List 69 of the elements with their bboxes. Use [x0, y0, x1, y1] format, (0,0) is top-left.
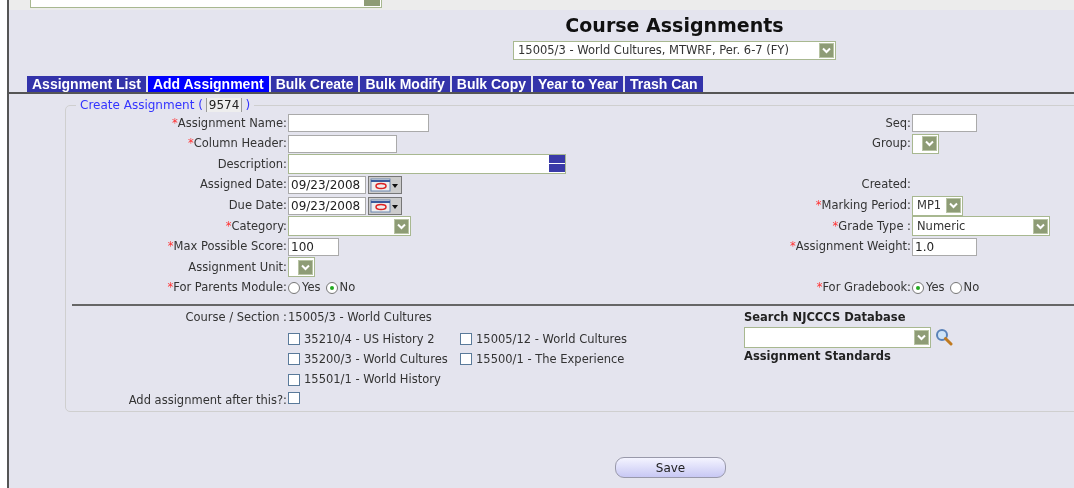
field-label: *Marking Period:: [814, 197, 912, 215]
tab[interactable]: Year to Year: [533, 76, 623, 92]
field-label: *Column Header:: [187, 135, 288, 153]
legend-text: ): [245, 98, 251, 112]
field-label: Assignment Unit:: [187, 258, 288, 276]
field-label: Due Date:: [227, 197, 288, 215]
field-label: Course / Section :: [184, 309, 288, 327]
caret-icon: [1033, 218, 1048, 234]
checkbox[interactable]: [288, 392, 300, 405]
id-field[interactable]: 9574: [205, 98, 243, 112]
checkbox-item[interactable]: 35210/4 - US History 2: [288, 330, 460, 348]
radio-option[interactable]: Yes: [912, 279, 945, 297]
page-title: Course Assignments: [565, 13, 784, 37]
text-field[interactable]: 1.0: [912, 237, 977, 256]
radio-option[interactable]: No: [325, 279, 356, 297]
course-section-text: 15005/3 - World Cultures: [288, 309, 433, 327]
field-label: *Assignment Name:: [171, 114, 288, 132]
tab[interactable]: Bulk Modify: [360, 76, 450, 92]
text-field[interactable]: [288, 114, 429, 133]
text-field[interactable]: [912, 114, 977, 133]
calendar-button[interactable]: [368, 196, 402, 215]
field-label: *Max Possible Score:: [166, 238, 288, 256]
text-area[interactable]: [288, 154, 566, 175]
dropdown-field[interactable]: [912, 133, 939, 154]
checkbox-item[interactable]: 15500/1 - The Experience: [460, 350, 744, 369]
caret-icon: [394, 218, 409, 234]
radio-option[interactable]: No: [949, 279, 980, 297]
checkbox-item[interactable]: 15005/12 - World Cultures: [460, 330, 744, 348]
caret-icon: [922, 136, 937, 152]
checkbox-item[interactable]: 35200/3 - World Cultures: [288, 350, 460, 369]
dropdown-field[interactable]: [288, 216, 411, 237]
field-label: Created:: [860, 176, 912, 194]
dropdown-field[interactable]: [288, 257, 315, 278]
dropdown-field[interactable]: MP1: [912, 195, 963, 216]
tab[interactable]: Add Assignment: [147, 76, 269, 92]
dropdown-field[interactable]: Numeric: [912, 216, 1050, 237]
tab[interactable]: Trash Can: [624, 76, 703, 92]
checkbox-item[interactable]: 15501/1 - World History: [288, 371, 460, 389]
caret-icon: [819, 43, 834, 58]
section-dropdown[interactable]: 15005/3 - World Cultures, MTWRF, Per. 6-7 (FY): [513, 41, 836, 60]
text-field[interactable]: [288, 134, 397, 153]
tab[interactable]: Bulk Copy: [451, 76, 531, 92]
save-button[interactable]: Save: [615, 457, 726, 478]
field-label: Seq:: [884, 114, 912, 132]
text-field[interactable]: 100: [288, 237, 339, 256]
field-label: Assigned Date:: [198, 176, 288, 194]
date-field[interactable]: 09/23/2008: [288, 176, 366, 195]
search-heading: Search NJCCCS Database: [744, 309, 907, 327]
caret-icon: [914, 329, 929, 345]
tab[interactable]: Assignment List: [27, 76, 146, 92]
dropdown-field[interactable]: [744, 326, 931, 348]
field-label: *Grade Type :: [831, 217, 912, 235]
field-label: *For Parents Module:: [166, 279, 288, 297]
search-icon[interactable]: [935, 328, 953, 347]
field-label: Description:: [216, 155, 288, 173]
field-label: Add assignment after this?:: [127, 392, 288, 410]
caret-icon: [946, 198, 961, 214]
field-label: *For Gradebook:: [815, 279, 912, 297]
caret-icon: [298, 259, 313, 275]
calendar-button[interactable]: [368, 176, 402, 195]
field-label: Group:: [871, 135, 912, 153]
tab[interactable]: Bulk Create: [270, 76, 359, 92]
field-label: *Assignment Weight:: [788, 238, 912, 256]
field-label: *Category:: [224, 217, 288, 235]
legend-text: Create Assignment (: [80, 98, 203, 112]
radio-option[interactable]: Yes: [288, 279, 321, 297]
date-field[interactable]: 09/23/2008: [288, 196, 366, 215]
standards-heading: Assignment Standards: [744, 347, 892, 365]
scroll-arrows-icon: [549, 155, 565, 173]
